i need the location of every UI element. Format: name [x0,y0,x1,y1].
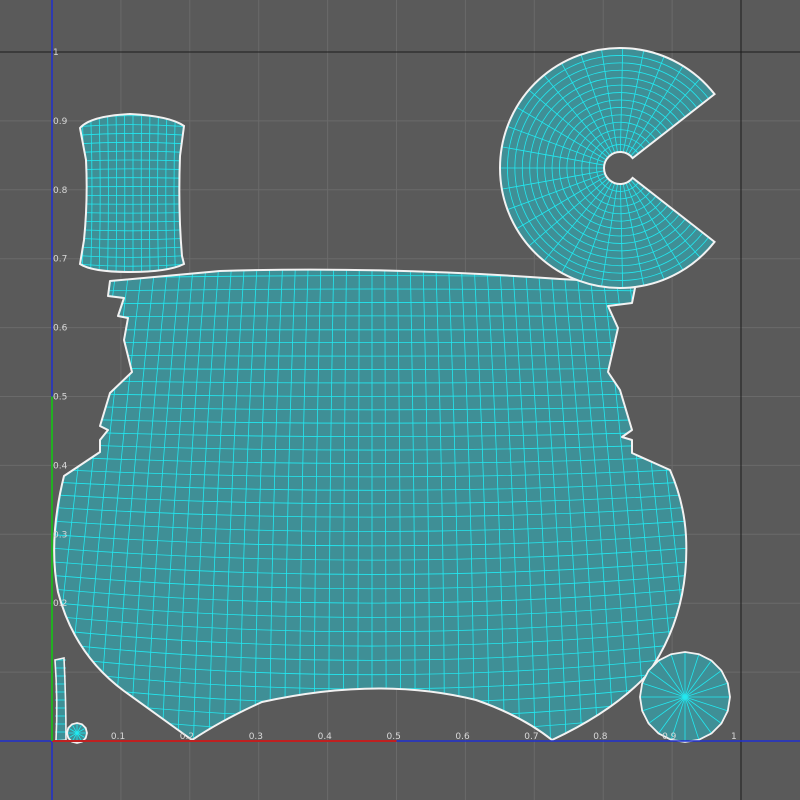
v-tick-label: 0.9 [53,117,68,127]
uv-viewport[interactable]: 0.1 0.2 0.3 0.4 0.5 0.6 0.7 0.8 0.9 1 0.2 0.3 0.4 0.5… [0,0,800,800]
uv-shell-fan[interactable] [499,47,716,289]
uv-shell-strip[interactable] [54,657,67,742]
u-tick-label: 1 [731,732,737,742]
v-tick-label: 1 [53,48,59,58]
u-tick-label: 0.1 [111,732,125,742]
u-tick-label: 0.3 [249,732,263,742]
uv-shell-body[interactable] [0,268,746,761]
u-tick-label: 0.7 [524,732,538,742]
mesh-edge [54,269,66,740]
u-tick-label: 0.8 [593,732,608,742]
v-tick-label: 0.2 [53,599,67,609]
v-tick-label: 0.6 [53,324,68,334]
uv-shell-small-disc-center-vertex [75,731,79,735]
uv-shell-cap[interactable] [639,651,731,743]
uv-texture-editor[interactable]: 0.1 0.2 0.3 0.4 0.5 0.6 0.7 0.8 0.9 1 0.2 0.3 0.4 0.5… [0,0,800,800]
v-tick-label: 0.3 [53,530,67,540]
u-tick-label: 0.5 [387,732,401,742]
u-tick-label: 0.2 [180,732,194,742]
u-tick-label: 0.6 [455,732,470,742]
v-tick-label: 0.7 [53,255,67,265]
u-tick-label: 0.9 [662,732,677,742]
v-tick-label: 0.5 [53,393,67,403]
u-tick-label: 0.4 [318,732,333,742]
uv-shells[interactable] [0,47,746,761]
uv-shell-body-fill [54,269,687,740]
v-tick-label: 0.4 [53,461,68,471]
uv-shell-cap-center-vertex [683,695,687,699]
uv-shell-neck[interactable] [78,110,186,276]
v-tick-label: 0.8 [53,186,68,196]
